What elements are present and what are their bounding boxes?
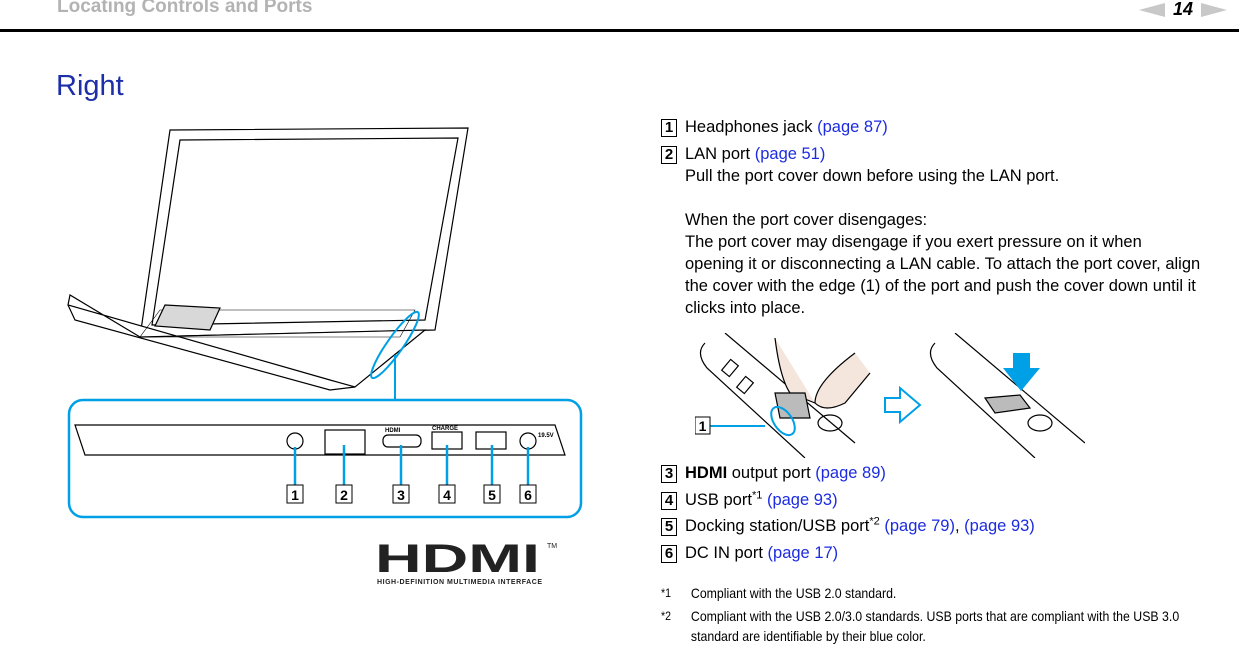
hdmi-logo: HDMI TM HIGH-DEFINITION MULTIMEDIA INTER… [375, 540, 557, 586]
page-link[interactable]: (page 79) [884, 517, 955, 535]
page-link[interactable]: (page 51) [755, 145, 826, 163]
item-number: 3 [661, 465, 677, 483]
hdmi-port-label: HDMI [385, 428, 401, 434]
page-link[interactable]: (page 89) [815, 464, 886, 482]
page-navigation: 14 [1138, 0, 1227, 20]
item-number: 6 [661, 544, 677, 563]
footnote-mark: *2 [661, 609, 671, 623]
laptop-right-side-figure: 1 2 3 4 5 6 HDMI CHARGE 19.5V [67, 127, 583, 519]
hdmi-logo-tagline: HIGH-DEFINITION MULTIMEDIA INTERFACE [377, 579, 542, 586]
dc-port-label: 19.5V [538, 433, 554, 439]
footnote-mark: *1 [661, 586, 671, 600]
footnote-ref: *2 [869, 515, 880, 528]
list-item: 6 DC IN port (page 17) [661, 542, 1035, 564]
item-label: DC IN port [685, 543, 763, 562]
footnote-text: Compliant with the USB 2.0 standard. [690, 585, 897, 601]
item-number: 2 [661, 146, 677, 164]
footnote-ref: *1 [751, 489, 763, 501]
item-label: USB port [685, 490, 752, 509]
item-number: 5 [661, 518, 677, 536]
item-description: The port cover may disengage if you exer… [685, 233, 1201, 317]
page-link[interactable]: (page 93) [767, 491, 838, 509]
page-link[interactable]: (page 87) [817, 118, 888, 136]
callout-5: 5 [488, 487, 496, 503]
item-description: Pull the port cover down before using th… [685, 167, 1060, 185]
header-rule [0, 29, 1239, 32]
page-link[interactable]: (page 93) [964, 517, 1035, 535]
hdmi-logo-tm: TM [547, 543, 557, 550]
list-item: 2 LAN port (page 51) Pull the port cover… [661, 143, 1221, 319]
item-number: 4 [661, 491, 677, 510]
item-number: 1 [661, 119, 677, 137]
header-title: Locating Controls and Ports [57, 0, 313, 17]
footnote: *2 Compliant with the USB 2.0/3.0 standa… [661, 606, 1184, 646]
list-item: 1 Headphones jack (page 87) [661, 116, 1221, 138]
footnote: *1 Compliant with the USB 2.0 standard. [661, 583, 1184, 603]
item-label: output port [727, 464, 811, 482]
item-label: Headphones jack [685, 118, 813, 136]
arrow-left-icon[interactable] [1138, 2, 1165, 17]
arrow-right-icon[interactable] [1201, 2, 1227, 17]
callout-3: 3 [397, 487, 405, 503]
callout-2: 2 [340, 487, 348, 503]
link-separator: , [954, 517, 965, 535]
list-item: 4 USB port*1 (page 93) [661, 489, 1035, 511]
item-label: LAN port [685, 145, 751, 163]
charge-port-label: CHARGE [432, 426, 458, 432]
list-item: 3 HDMI output port (page 89) [661, 462, 1035, 484]
page-link[interactable]: (page 17) [768, 544, 839, 562]
item-description: When the port cover disengages: [685, 211, 928, 229]
callout-1: 1 [291, 487, 299, 503]
port-cover-figure: 1 [695, 333, 1085, 458]
page-number: 14 [1172, 0, 1193, 19]
hdmi-logo-mark: HDMI [375, 540, 540, 581]
item-label-bold: HDMI [685, 464, 728, 482]
port-list: 1 Headphones jack (page 87) 2 LAN port (… [661, 116, 1221, 324]
cover-callout-1: 1 [699, 418, 707, 434]
port-list-continued: 3 HDMI output port (page 89) 4 USB port*… [661, 462, 1035, 568]
callout-6: 6 [524, 487, 532, 503]
callout-4: 4 [443, 487, 451, 503]
footnotes: *1 Compliant with the USB 2.0 standard. … [661, 583, 1184, 649]
list-item: 5 Docking station/USB port*2 (page 79), … [661, 515, 1035, 537]
item-label: Docking station/USB port [685, 517, 870, 535]
section-title: Right [56, 70, 124, 102]
footnote-text: Compliant with the USB 2.0/3.0 standards… [690, 608, 1180, 644]
